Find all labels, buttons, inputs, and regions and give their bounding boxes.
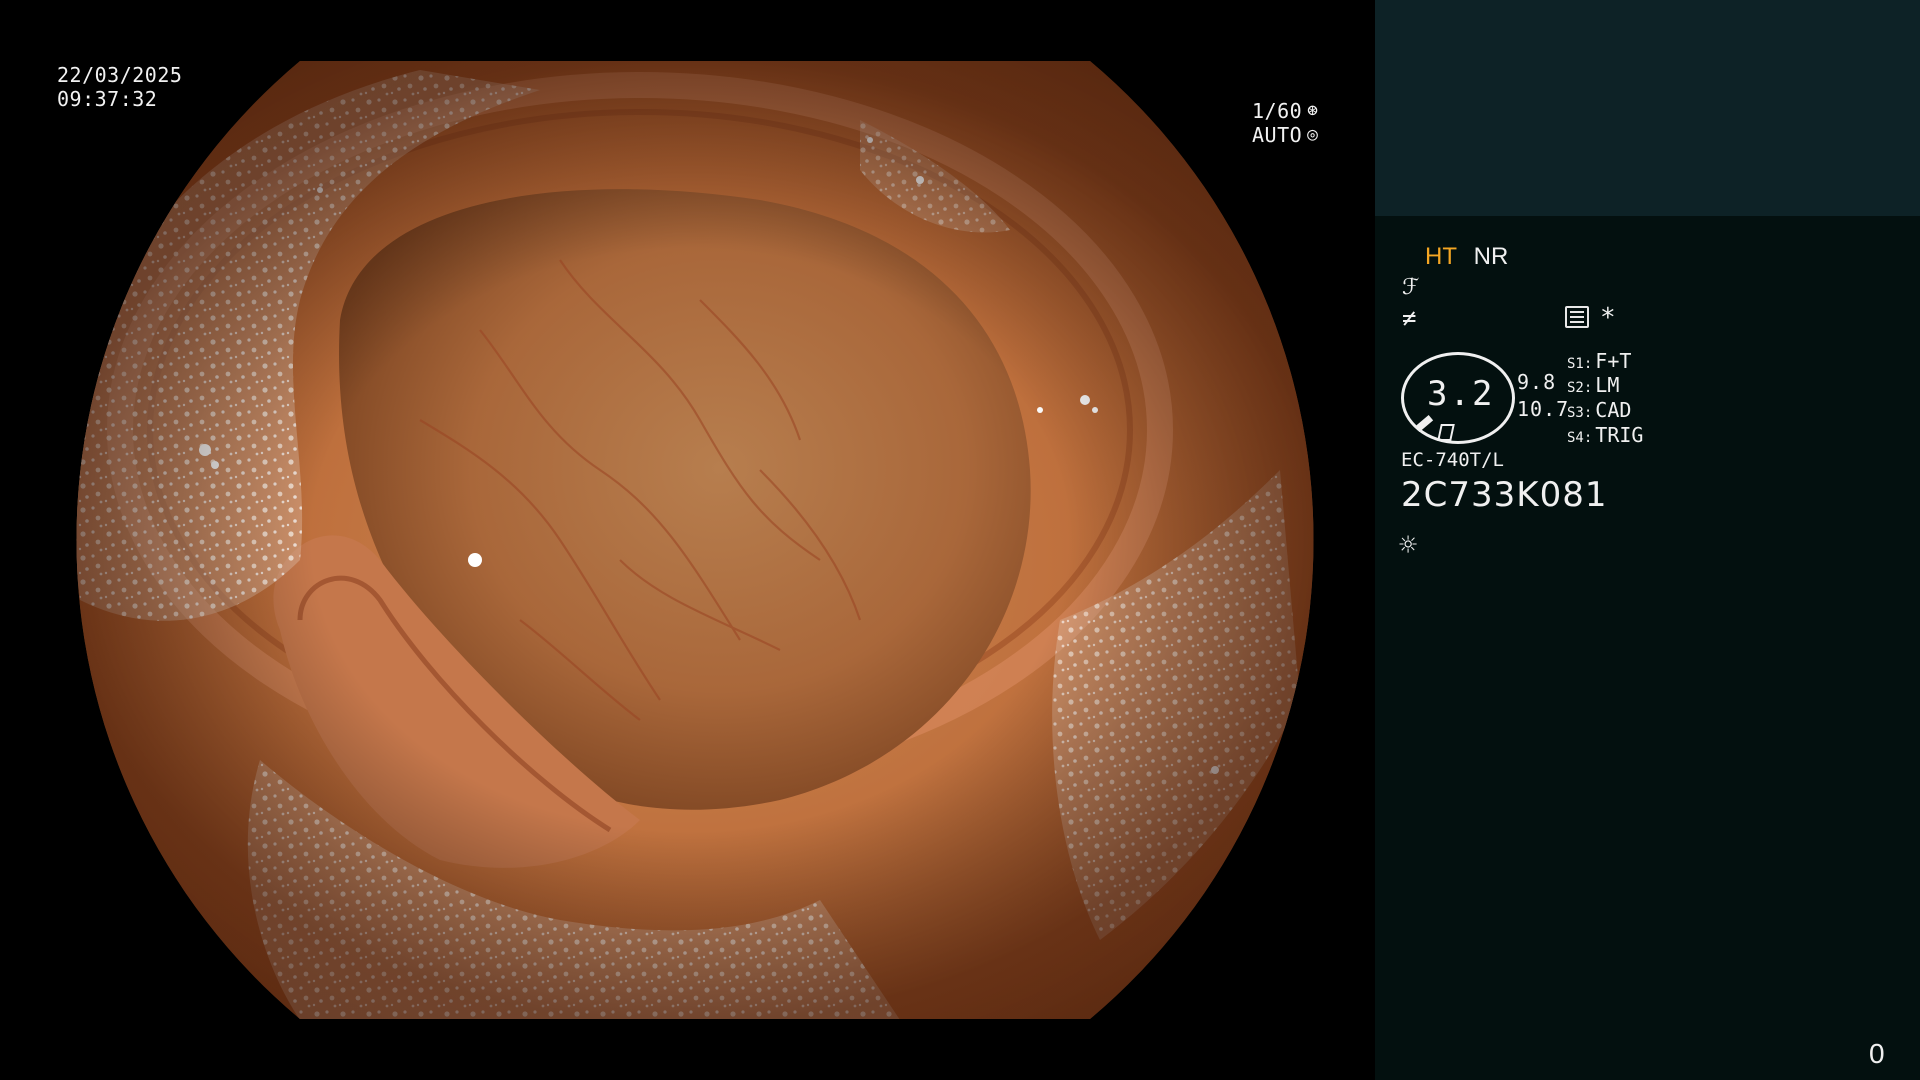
exposure-mode-text: AUTO [1252, 123, 1303, 147]
info-panel: HT NR ℱ ≠ * 3.2 9.8 10.7 S1: F+T S2: LM S3… [1375, 0, 1920, 1080]
switch-row-s4: S4: TRIG [1567, 423, 1643, 447]
mode-ht-label: HT [1425, 243, 1457, 270]
endoscopy-screen: 22/03/2025 09:37:32 1/60 ⊛ AUTO ◎ HT NR … [0, 0, 1920, 1080]
frame-counter: 0 [1869, 1038, 1885, 1069]
image-mode-indicators: HT NR [1425, 243, 1508, 271]
aperture-icon: ⊛ [1307, 100, 1319, 121]
switch-value: LM [1595, 373, 1620, 397]
switch-value: F+T [1595, 349, 1632, 373]
scope-serial: 2C733K081 [1401, 475, 1608, 515]
switch-key: S4: [1567, 430, 1593, 446]
endoscopic-image [76, 61, 1314, 1019]
value-upper: 9.8 [1517, 370, 1557, 394]
exposure-readout: 1/60 ⊛ AUTO ◎ [1252, 99, 1319, 147]
date-text: 22/03/2025 [57, 63, 183, 87]
switch-key: S3: [1567, 405, 1593, 421]
scope-model: EC-740T/L [1401, 449, 1504, 471]
color-enhancement-icon: ≠ [1402, 304, 1417, 332]
switch-row-s1: S1: F+T [1567, 349, 1631, 373]
menu-list-icon [1565, 306, 1589, 328]
panel-header-area [1375, 0, 1920, 216]
date-time-readout: 22/03/2025 09:37:32 [57, 63, 182, 111]
switch-key: S2: [1567, 380, 1593, 396]
switch-row-s3: S3: CAD [1567, 398, 1631, 422]
switch-value: CAD [1595, 398, 1632, 422]
shutter-speed-text: 1/60 [1252, 99, 1303, 123]
value-lower: 10.7 [1517, 397, 1570, 421]
iris-icon: ◎ [1307, 124, 1319, 145]
asterisk-icon: * [1600, 303, 1616, 333]
time-text: 09:37:32 [57, 87, 158, 111]
structure-enhancement-icon: ℱ [1402, 275, 1420, 300]
switch-key: S1: [1567, 356, 1593, 372]
switch-value: TRIG [1595, 423, 1644, 447]
light-source-icon: ☼ [1399, 528, 1418, 563]
endoscope-view: 22/03/2025 09:37:32 1/60 ⊛ AUTO ◎ [0, 0, 1375, 1080]
mode-nr-label: NR [1473, 243, 1509, 270]
zoom-value: 3.2 [1427, 374, 1495, 414]
switch-row-s2: S2: LM [1567, 373, 1619, 397]
